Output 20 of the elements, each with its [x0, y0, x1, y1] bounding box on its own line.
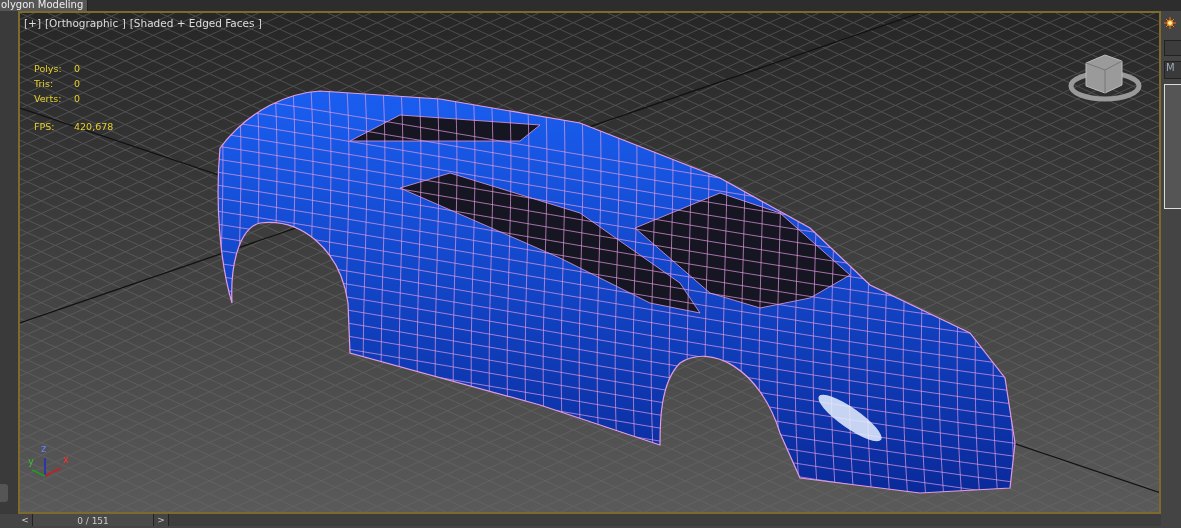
- viewport-menu-label[interactable]: [+]: [24, 17, 41, 29]
- time-slider-thumb[interactable]: 0 / 151: [33, 514, 154, 526]
- sun-icon[interactable]: [1164, 17, 1176, 29]
- axis-label: x: [63, 454, 69, 465]
- fps-label: FPS:: [34, 121, 56, 132]
- fps-value: 420,678: [74, 121, 114, 132]
- view-cube-icon[interactable]: [1068, 54, 1142, 102]
- viewport-menu-label[interactable]: [Shaded + Edged Faces ]: [129, 17, 262, 29]
- viewport-menu-label[interactable]: [Orthographic ]: [45, 17, 126, 29]
- stat-value: 0: [74, 78, 82, 89]
- stat-label: Polys:: [34, 63, 63, 74]
- stat-label: Tris:: [34, 78, 55, 89]
- axis-label: z: [41, 443, 47, 454]
- list-box[interactable]: [1164, 84, 1181, 209]
- side-handle[interactable]: [0, 484, 8, 502]
- dropdown[interactable]: M: [1164, 61, 1181, 79]
- stat-label: Verts:: [34, 93, 63, 104]
- axis-label: y: [28, 456, 34, 467]
- stat-value: 0: [74, 63, 82, 74]
- stat-value: 0: [74, 93, 82, 104]
